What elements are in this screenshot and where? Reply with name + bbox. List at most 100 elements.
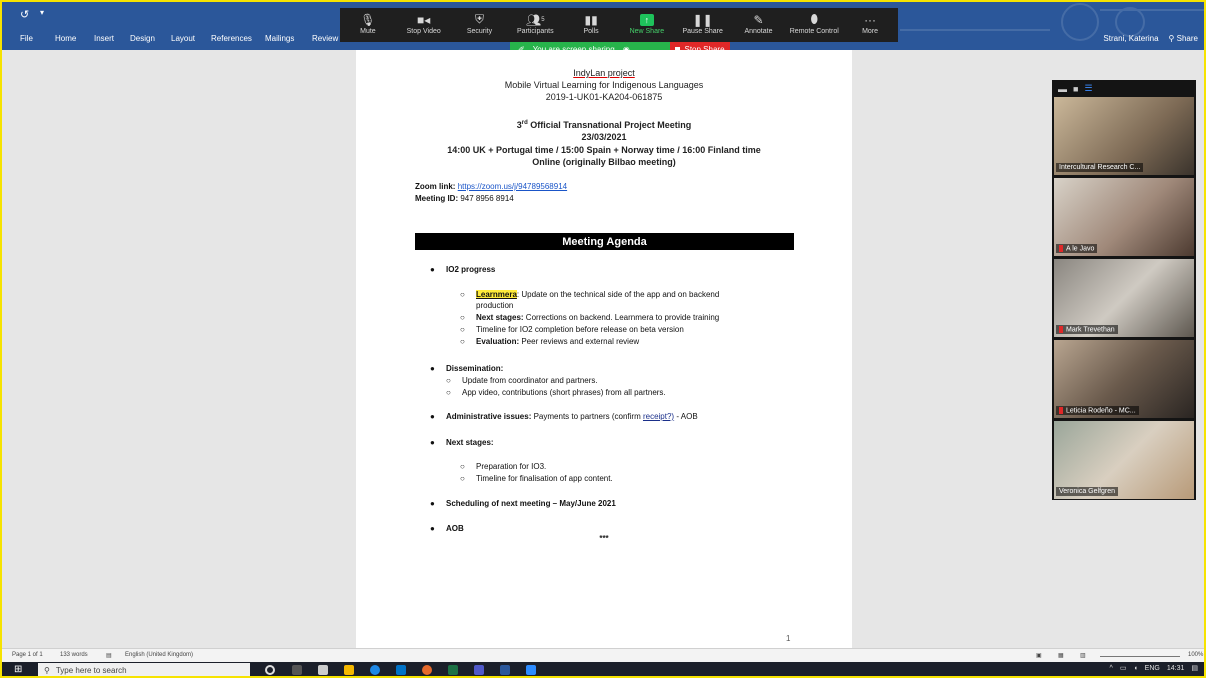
tab-design[interactable]: Design	[130, 34, 155, 43]
tab-insert[interactable]: Insert	[94, 34, 114, 43]
annotate-button[interactable]: ✎ Annotate	[731, 8, 787, 42]
language-status[interactable]: English (United Kingdom)	[125, 652, 193, 658]
tab-review[interactable]: Review	[312, 34, 338, 43]
sub3-text: Timeline for IO2 completion before relea…	[476, 325, 684, 334]
volume-icon[interactable]: ◖	[1133, 665, 1137, 672]
participant-tile[interactable]: Mark Trevethan	[1054, 259, 1194, 337]
edge-icon[interactable]	[370, 665, 380, 675]
network-icon[interactable]: ▭	[1120, 664, 1127, 672]
qat-more-icon[interactable]: ▾	[40, 8, 44, 17]
zoom-toolbar: 🎙︎ Mute ■◂ Stop Video ⛨ Security 👥︎ 5 Partici…	[340, 8, 898, 42]
zoom-level[interactable]: 100%	[1188, 652, 1203, 658]
clock[interactable]: 14:31	[1167, 665, 1185, 672]
chart-icon: ▮▮	[584, 12, 598, 27]
tab-layout[interactable]: Layout	[171, 34, 195, 43]
bullet-icon: ●	[430, 265, 435, 274]
zoom-link[interactable]: https://zoom.us/j/94789568914	[458, 182, 567, 191]
page-count[interactable]: Page 1 of 1	[12, 652, 43, 658]
user-name[interactable]: Strani, Katerina	[1103, 34, 1158, 43]
participant-tile[interactable]: A le Javo	[1054, 178, 1194, 256]
tab-file[interactable]: File	[20, 34, 33, 43]
read-mode-icon[interactable]: ▣	[1036, 652, 1042, 659]
list-item: ○ Next stages: Corrections on backend. Le…	[460, 312, 719, 323]
meeting-title: Official Transnational Project Meeting	[527, 120, 692, 130]
outlook-icon[interactable]	[396, 665, 406, 675]
sub4-label: Evaluation:	[476, 337, 520, 346]
tab-home[interactable]: Home	[55, 34, 76, 43]
language-indicator[interactable]: ENG	[1145, 665, 1160, 672]
participant-name: Mark Trevethan	[1066, 326, 1115, 333]
receipt-comment[interactable]: receipt?)	[643, 412, 674, 421]
minimize-icon[interactable]: ▬	[1058, 84, 1067, 94]
word-count[interactable]: 133 words	[60, 652, 88, 658]
proofing-icon[interactable]: ▤	[106, 652, 112, 659]
participant-name: Leticia Rodeño - MC...	[1066, 407, 1136, 414]
notifications-icon[interactable]: ▤	[1191, 664, 1198, 672]
mute-button[interactable]: 🎙︎ Mute	[340, 8, 396, 42]
tab-references[interactable]: References	[211, 34, 252, 43]
gallery-view-icon[interactable]: ☰	[1084, 83, 1092, 94]
teams-icon[interactable]	[474, 665, 484, 675]
list-item: ○ Timeline for finalisation of app conten…	[460, 473, 613, 484]
print-layout-icon[interactable]: ▦	[1058, 652, 1064, 659]
muted-mic-icon	[1059, 406, 1063, 414]
windows-start-icon[interactable]: ⊞	[14, 664, 22, 675]
more-button[interactable]: ··· More	[842, 8, 898, 42]
list-item: ○ Evaluation: Peer reviews and external r…	[460, 336, 639, 347]
zoom-app-icon[interactable]	[526, 665, 536, 675]
document-page[interactable]: IndyLan project Mobile Virtual Learning …	[356, 50, 852, 648]
new-share-button[interactable]: ↑ New Share	[619, 8, 675, 42]
admin-tail: - AOB	[674, 412, 698, 421]
autosave-icon[interactable]: ↺	[20, 8, 29, 21]
security-label: Security	[466, 28, 493, 35]
list-item: ○ Timeline for IO2 completion before rele…	[460, 324, 684, 335]
participants-label: Participants	[517, 28, 554, 35]
cortana-icon[interactable]	[265, 665, 275, 675]
circle-bullet-icon: ○	[460, 337, 465, 346]
meeting-mode: Online (originally Bilbao meeting)	[532, 157, 676, 167]
store-icon[interactable]	[318, 665, 328, 675]
task-view-icon[interactable]	[292, 665, 302, 675]
list-item: ○ Learnmera: Update on the technical side…	[460, 289, 794, 311]
share-up-icon: ↑	[639, 13, 654, 26]
next-stages-label: Next stages:	[446, 438, 494, 447]
view-icon[interactable]: ■	[1073, 84, 1078, 94]
list-item: ○ App video, contributions (short phrases…	[446, 387, 666, 398]
chrome-icon[interactable]	[422, 665, 432, 675]
security-button[interactable]: ⛨ Security	[452, 8, 508, 42]
word-icon[interactable]	[500, 665, 510, 675]
participants-button[interactable]: 👥︎ 5 Participants	[507, 8, 563, 42]
participant-name: A le Javo	[1066, 245, 1095, 252]
stop-video-button[interactable]: ■◂ Stop Video	[396, 8, 452, 42]
tray-chevron-icon[interactable]: ^	[1110, 665, 1113, 672]
bullet-icon: ●	[430, 499, 435, 508]
excel-icon[interactable]	[448, 665, 458, 675]
taskbar-search[interactable]: ⚲ Type here to search	[38, 663, 250, 677]
aob-label: AOB	[446, 524, 464, 533]
participant-tile[interactable]: Veronica Gelfgren	[1054, 421, 1194, 499]
tab-mailings[interactable]: Mailings	[265, 34, 294, 43]
list-item: ○ Update from coordinator and partners.	[446, 375, 598, 386]
sub1-continuation: production	[476, 301, 514, 310]
list-item: ○ Preparation for IO3.	[460, 461, 546, 472]
pause-share-button[interactable]: ❚❚ Pause Share	[675, 8, 731, 42]
mic-icon: 🎙︎	[360, 12, 376, 27]
file-explorer-icon[interactable]	[344, 665, 354, 675]
participant-count: 5	[541, 16, 545, 23]
web-layout-icon[interactable]: ▥	[1080, 652, 1086, 659]
zoom-gallery[interactable]: ▬ ■ ☰ Intercultural Research C... A le Jav…	[1052, 80, 1196, 500]
meeting-id-line: Meeting ID: 947 8956 8914	[415, 194, 514, 203]
zoom-slider[interactable]	[1100, 656, 1180, 657]
search-icon: ⚲	[44, 665, 50, 675]
people-icon: 👥︎ 5	[526, 12, 545, 27]
participant-tile[interactable]: Intercultural Research C...	[1054, 97, 1194, 175]
zoom-link-label: Zoom link:	[415, 182, 456, 191]
meeting-times: 14:00 UK + Portugal time / 15:00 Spain +…	[447, 145, 761, 155]
remote-control-button[interactable]: ⬮ Remote Control	[786, 8, 842, 42]
muted-mic-icon	[1059, 325, 1063, 333]
share-button[interactable]: ⚲ Share	[1169, 34, 1198, 43]
list-item: ● Scheduling of next meeting – May/June 2…	[430, 498, 616, 509]
participant-tile[interactable]: Leticia Rodeño - MC...	[1054, 340, 1194, 418]
pause-icon: ❚❚	[692, 12, 713, 27]
polls-button[interactable]: ▮▮ Polls	[563, 8, 619, 42]
